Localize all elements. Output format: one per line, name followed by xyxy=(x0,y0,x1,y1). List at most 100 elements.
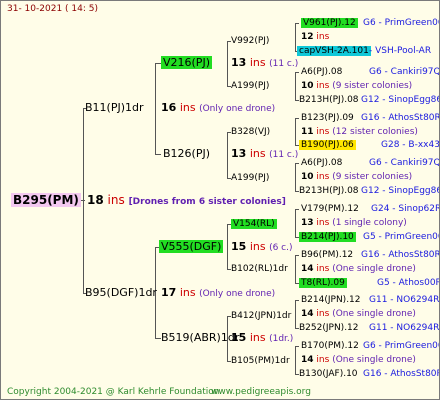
gen4-name: capVSH-2A.101 xyxy=(297,46,371,56)
gen4-node[interactable]: A6(PJ).08 xyxy=(301,66,342,78)
ins-note: (11 c.) xyxy=(269,150,299,160)
gen4-index: - VSH-Pool-AR xyxy=(369,46,432,56)
gen4-node[interactable]: B252(JPN).12 xyxy=(299,322,359,334)
gen4-index: G16 - AthosSt80R xyxy=(363,369,440,379)
connector xyxy=(227,132,228,179)
gen3-name: B105(PM)1dr xyxy=(231,356,290,366)
connector xyxy=(295,346,296,375)
gen4-index: G6 - Cankiri97Q xyxy=(369,67,440,77)
gen4-node[interactable]: V179(PM).12 xyxy=(301,203,359,215)
gen4-index: G12 - SinopEgg86R xyxy=(361,95,440,105)
gen4-index: G24 - Sinop62R xyxy=(371,204,440,214)
gen2-stats: 13 ins (11 c.) xyxy=(231,148,298,161)
gen4-node[interactable]: V961(PJ).12 xyxy=(301,17,358,29)
gen1-node[interactable]: B95(DGF)1dr xyxy=(85,287,157,299)
ins-count: 13 xyxy=(231,56,247,69)
connector xyxy=(295,209,299,210)
ins-count: 10 xyxy=(301,81,314,91)
ins-label: ins xyxy=(316,264,330,274)
ins-label: ins xyxy=(316,355,330,365)
connector xyxy=(295,346,299,347)
root-name: B295(PM) xyxy=(11,193,81,207)
root-node[interactable]: B295(PM) xyxy=(11,193,81,207)
connector xyxy=(83,108,84,294)
gen3-stats: 10 ins (9 sister colonies) xyxy=(301,171,412,183)
connector xyxy=(227,224,228,270)
gen4-node[interactable]: B96(PM).12 xyxy=(301,249,353,261)
gen4-name: B96(PM).12 xyxy=(301,250,354,260)
gen4-node[interactable]: B214(JPN).12 xyxy=(301,294,361,306)
gen4-index: G6 - Cankiri97Q xyxy=(369,158,440,168)
ins-label: ins xyxy=(249,240,266,253)
ins-note: (6 c.) xyxy=(269,243,293,253)
gen3-name: B102(RL)1dr xyxy=(231,264,288,274)
gen3-stats: 14 ins (One single drone) xyxy=(301,354,416,366)
connector xyxy=(155,63,156,155)
gen1-stats: 17 ins (Only one drone) xyxy=(161,287,275,300)
gen4-name: B170(PM).12 xyxy=(301,341,359,351)
gen4-node[interactable]: A6(PJ).08 xyxy=(301,157,342,169)
gen4-index: G6 - PrimGreen00 xyxy=(363,341,440,351)
gen4-node[interactable]: T8(RL).09 xyxy=(299,277,347,289)
gen4-node[interactable]: B123(PJ).09 xyxy=(301,112,354,124)
gen3-node[interactable]: B102(RL)1dr xyxy=(231,263,288,275)
gen3-node[interactable]: A199(PJ) xyxy=(231,80,269,92)
ins-count: 13 xyxy=(301,218,314,228)
connector xyxy=(227,41,228,87)
connector xyxy=(295,255,299,256)
ins-label: ins xyxy=(316,127,330,137)
ins-label: ins xyxy=(179,101,196,114)
gen4-node[interactable]: B213H(PJ).08 xyxy=(299,94,359,106)
gen3-name: A199(PJ) xyxy=(231,81,270,91)
ins-note: (9 sister colonies) xyxy=(332,172,413,182)
gen3-node[interactable]: B105(PM)1dr xyxy=(231,355,290,367)
ins-note: (11 c.) xyxy=(269,59,299,69)
ins-count: 14 xyxy=(301,355,314,365)
ins-count: 16 xyxy=(161,101,177,114)
gen4-node[interactable]: B170(PM).12 xyxy=(301,340,359,352)
gen3-node[interactable]: V992(PJ) xyxy=(231,35,269,47)
gen2-node[interactable]: V555(DGF) xyxy=(159,240,224,253)
ins-count: 11 xyxy=(301,127,314,137)
root-stats: 18 ins [Drones from 6 sister colonies] xyxy=(87,194,286,208)
gen3-node[interactable]: V154(RL) xyxy=(231,218,277,230)
gen2-name: B126(PJ) xyxy=(163,147,211,160)
gen3-node[interactable]: B328(VJ) xyxy=(231,126,270,138)
footer-site-link[interactable]: www.pedigreeapis.org xyxy=(211,386,311,398)
gen2-node[interactable]: V216(PJ) xyxy=(161,56,212,69)
ins-count: 17 xyxy=(161,286,177,299)
ins-note: (1 single colony) xyxy=(332,218,407,228)
gen4-node[interactable]: B213H(PJ).08 xyxy=(299,185,359,197)
gen4-name: V179(PM).12 xyxy=(301,204,359,214)
ins-count: 10 xyxy=(301,172,314,182)
gen1-node[interactable]: B11(PJ)1dr xyxy=(85,102,144,114)
ins-note: (One single drone) xyxy=(332,264,416,274)
gen2-name: B519(ABR)1dr xyxy=(161,331,240,344)
gen3-node[interactable]: B412(JPN)1dr xyxy=(231,310,291,322)
connector xyxy=(295,72,299,73)
gen2-node[interactable]: B519(ABR)1dr xyxy=(161,332,239,344)
gen2-node[interactable]: B126(PJ) xyxy=(163,148,210,160)
connector xyxy=(295,209,296,238)
gen4-name: B213H(PJ).08 xyxy=(299,95,359,105)
gen4-index: G16 - AthosSt80R xyxy=(361,113,440,123)
gen4-index: G28 - B-xx43 xyxy=(381,140,440,150)
gen4-node[interactable]: capVSH-2A.101 xyxy=(297,45,371,57)
gen4-name: A6(PJ).08 xyxy=(301,67,343,77)
gen3-stats: 11 ins (12 sister colonies) xyxy=(301,126,418,138)
gen2-stats: 15 ins (6 c.) xyxy=(231,241,293,254)
connector xyxy=(295,23,299,24)
gen4-name: B130(JAF).10 xyxy=(299,369,358,379)
ins-label: ins xyxy=(316,81,330,91)
ins-note: (Only one drone) xyxy=(199,104,276,114)
gen4-node[interactable]: B190(PJ).06 xyxy=(299,139,356,151)
connector xyxy=(155,154,161,155)
root-ins-label: ins xyxy=(107,193,125,207)
gen4-name: B214(JPN).12 xyxy=(301,295,361,305)
ins-label: ins xyxy=(249,56,266,69)
gen4-node[interactable]: B214(PJ).10 xyxy=(299,231,356,243)
gen3-node[interactable]: A199(PJ) xyxy=(231,172,269,184)
gen4-node[interactable]: B130(JAF).10 xyxy=(299,368,358,380)
gen3-stats: 13 ins (1 single colony) xyxy=(301,217,407,229)
ins-note: (9 sister colonies) xyxy=(332,81,413,91)
